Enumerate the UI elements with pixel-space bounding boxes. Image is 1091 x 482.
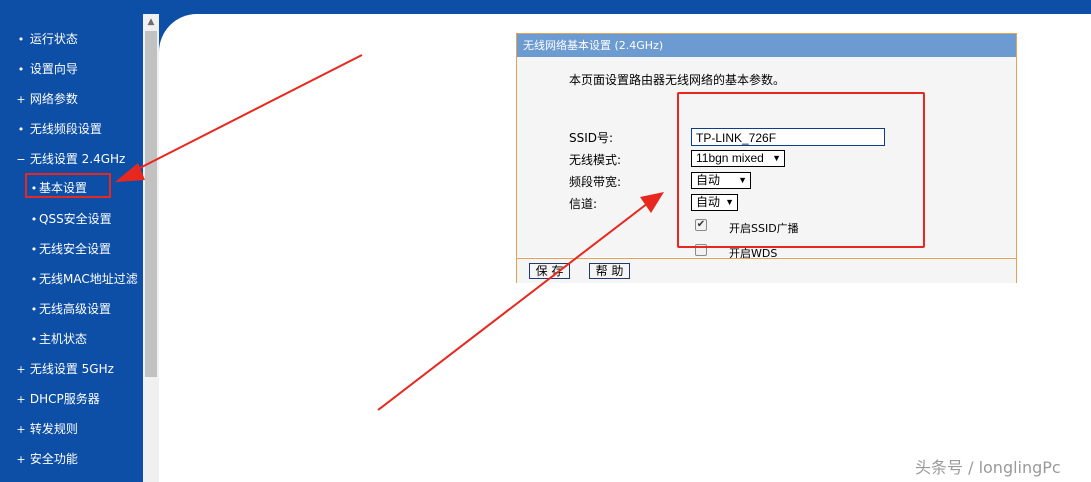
watermark: 头条号 / longlingPc <box>915 458 1061 477</box>
arrow-head-icon <box>640 192 664 213</box>
arrow-head-icon <box>115 163 145 182</box>
annotation-arrows <box>115 54 664 411</box>
arrow-line-to-sidebar <box>129 54 363 174</box>
arrow-line-to-settings <box>377 202 649 411</box>
